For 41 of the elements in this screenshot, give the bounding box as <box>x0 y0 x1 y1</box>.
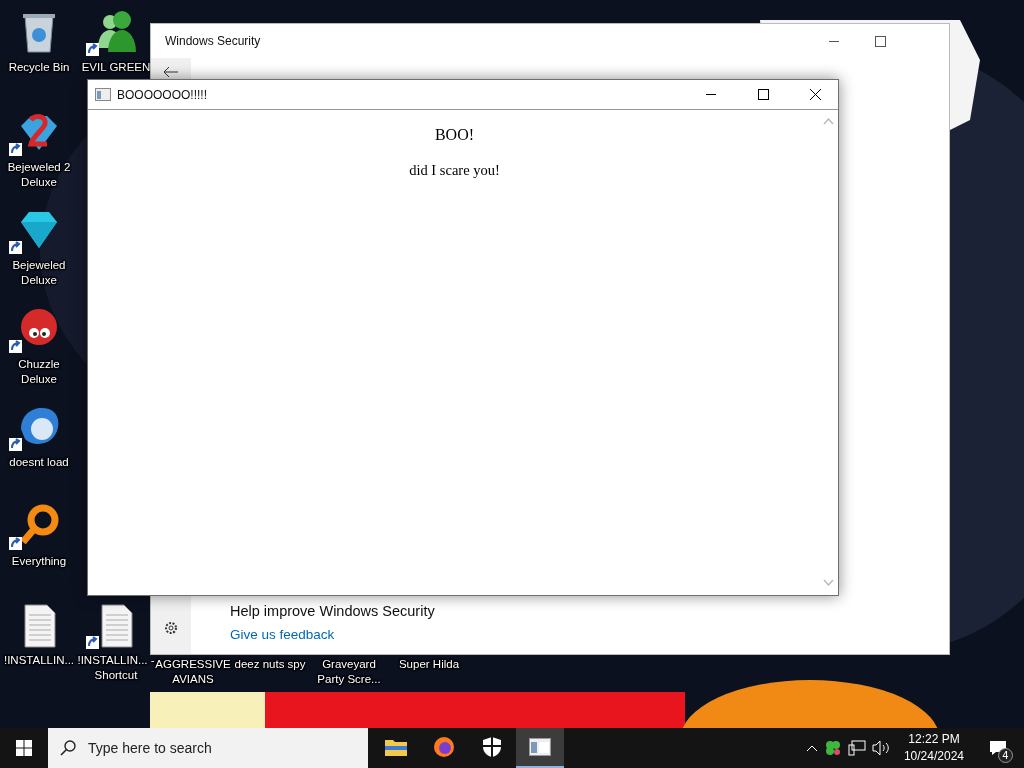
desktop-icon-label[interactable]: !INSTALLIN... - Shortcut <box>77 653 155 683</box>
desktop-icon-label[interactable]: Chuzzle Deluxe <box>0 357 78 387</box>
window-title: Windows Security <box>165 34 262 48</box>
clock[interactable]: 12:22 PM 10/24/2024 <box>895 731 972 765</box>
network-icon[interactable] <box>847 740 866 756</box>
window-title: BOOOOOOO!!!!! <box>117 87 208 102</box>
desktop-icon-label[interactable]: doesnt load <box>9 455 69 470</box>
search-field[interactable]: Type here to search <box>48 728 368 768</box>
heading: BOO! <box>434 126 475 144</box>
desktop-icon-label[interactable]: Bejeweled Deluxe <box>0 258 78 288</box>
clover-icon[interactable] <box>823 739 842 757</box>
desktop-icon-label[interactable]: Everything <box>11 554 67 569</box>
taskbar-button[interactable] <box>516 728 564 768</box>
desktop-icon-label[interactable]: Bejeweled 2 Deluxe <box>0 160 78 190</box>
desktop-icon-label[interactable]: deez nuts spy <box>234 657 306 672</box>
feedback-heading: Help improve Windows Security <box>230 603 436 619</box>
desktop-icon-label[interactable]: !INSTALLIN... <box>3 653 75 668</box>
desktop-icon-label[interactable]: Recycle Bin <box>8 60 70 75</box>
desktop-icon-label[interactable]: Super Hilda <box>398 657 460 672</box>
chevron-up-icon[interactable] <box>805 744 818 752</box>
window-icon <box>95 88 111 101</box>
volume-icon[interactable] <box>871 740 890 756</box>
desktop-icon-label[interactable]: Graveyard Party Scre... <box>310 657 388 687</box>
browser-icon[interactable] <box>433 736 455 758</box>
search-icon <box>60 740 76 756</box>
notification-button[interactable]: 4 <box>978 728 1018 768</box>
windows-icon <box>16 740 32 756</box>
back-icon[interactable] <box>163 66 179 78</box>
desktop-icon-label[interactable]: EVIL GREEN <box>81 60 151 75</box>
feedback-link[interactable]: Give us feedback <box>230 627 335 642</box>
settings-icon[interactable] <box>163 620 179 636</box>
desktop-icon-label[interactable]: AGGRESSIVE AVIANS <box>154 657 232 687</box>
notification-count: 4 <box>998 748 1013 763</box>
message: did I scare you! <box>409 162 500 179</box>
minimize-icon <box>829 40 839 42</box>
maximize-icon <box>757 89 769 100</box>
shield-icon[interactable] <box>483 737 501 757</box>
folder-icon[interactable] <box>385 738 407 756</box>
minimize-icon <box>706 94 716 95</box>
maximize-icon <box>874 35 886 47</box>
close-icon <box>809 89 821 100</box>
